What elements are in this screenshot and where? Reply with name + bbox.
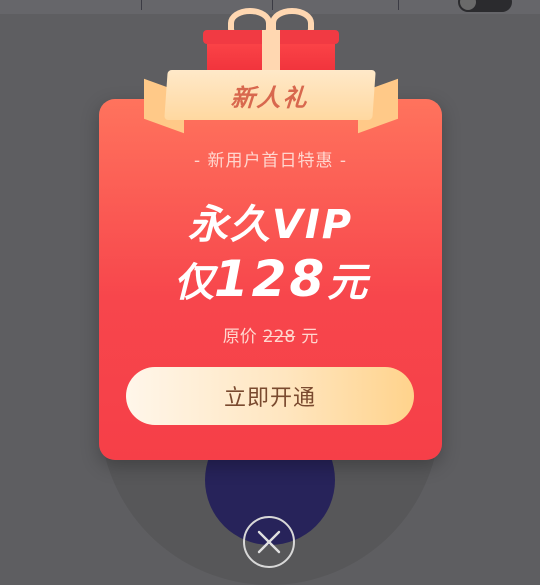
toggle-knob	[460, 0, 476, 10]
background-divider	[398, 0, 399, 10]
headline-price: 仅128元	[99, 250, 442, 308]
original-price-unit: 元	[301, 327, 319, 347]
original-price-value: 228	[262, 327, 296, 347]
close-button[interactable]	[243, 516, 295, 568]
price-value: 128	[213, 250, 328, 308]
price-prefix: 仅	[173, 260, 214, 306]
background-divider	[272, 0, 273, 10]
activate-now-button[interactable]: 立即开通	[126, 367, 414, 425]
original-price: 原价 228 元	[99, 322, 442, 347]
background-divider	[141, 0, 142, 10]
offer-subtitle: - 新用户首日特惠 -	[193, 151, 348, 171]
new-user-badge: 新人礼	[164, 70, 376, 120]
background-toggle[interactable]	[458, 0, 512, 12]
price-suffix: 元	[327, 260, 368, 306]
close-icon	[257, 530, 281, 554]
headline-vip: 永久VIP	[187, 202, 354, 248]
original-price-label: 原价	[222, 327, 257, 347]
